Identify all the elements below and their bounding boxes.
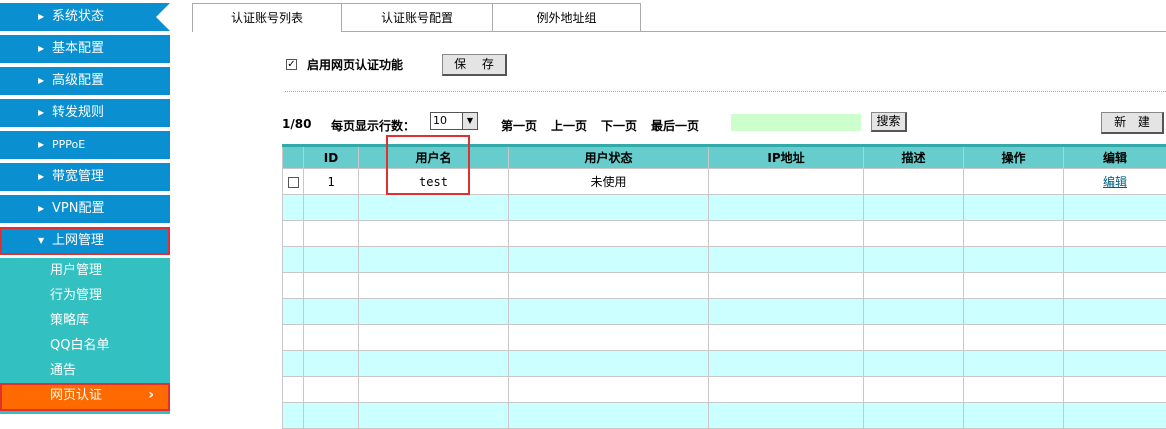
tab-account-list[interactable]: 认证账号列表 <box>192 3 342 32</box>
rows-per-page-value: 10 <box>433 114 447 127</box>
submenu-item-user-management[interactable]: 用户管理 <box>0 258 170 283</box>
table-row-empty <box>283 325 1166 351</box>
header-id: ID <box>304 146 359 169</box>
header-ip: IP地址 <box>709 146 864 169</box>
sidebar-item-basic-config[interactable]: ▶ 基本配置 <box>0 35 170 63</box>
sidebar-item-label: 转发规则 <box>52 105 104 120</box>
triangle-right-icon: ▶ <box>38 3 44 31</box>
table-row-empty <box>283 403 1166 429</box>
submenu-item-behavior-management[interactable]: 行为管理 <box>0 283 170 308</box>
triangle-right-icon: ▶ <box>38 131 44 159</box>
sidebar-item-label: 上网管理 <box>52 233 104 248</box>
sidebar-item-label: PPPoE <box>52 138 85 151</box>
enable-web-auth-label: 启用网页认证功能 <box>307 56 403 73</box>
triangle-right-icon: ▶ <box>38 99 44 127</box>
table-row: 1 test 未使用 编辑 <box>283 169 1166 195</box>
sidebar-item-vpn[interactable]: ▶ VPN配置 <box>0 195 170 223</box>
cell-id: 1 <box>304 169 359 195</box>
submenu-item-web-auth[interactable]: 网页认证 › <box>0 383 170 411</box>
header-operation: 操作 <box>964 146 1064 169</box>
dropdown-arrow-icon: ▼ <box>462 113 477 129</box>
table-row-empty <box>283 351 1166 377</box>
cell-username: test <box>359 169 509 195</box>
rows-per-page-select[interactable]: 10 ▼ <box>430 112 478 130</box>
triangle-right-icon: ▶ <box>38 195 44 223</box>
submenu-item-policy-library[interactable]: 策略库 <box>0 308 170 333</box>
triangle-down-icon: ▼ <box>38 229 44 253</box>
cell-description <box>864 169 964 195</box>
page-indicator: 1/80 <box>282 117 311 131</box>
first-page-link[interactable]: 第一页 <box>501 117 537 134</box>
new-button[interactable]: 新 建 <box>1101 112 1164 134</box>
table-row-empty <box>283 195 1166 221</box>
table-row-empty <box>283 221 1166 247</box>
table-row-empty <box>283 273 1166 299</box>
sidebar-item-label: 高级配置 <box>52 73 104 88</box>
header-select <box>283 146 304 169</box>
header-username: 用户名 <box>359 146 509 169</box>
cell-operation <box>964 169 1064 195</box>
sidebar-submenu: 用户管理 行为管理 策略库 QQ白名单 通告 网页认证 › <box>0 258 170 414</box>
pagination-bar: 1/80 每页显示行数： 10 ▼ 第一页 上一页 下一页 最后一页 搜索 新 … <box>282 112 1166 136</box>
sidebar-item-label: VPN配置 <box>52 201 104 216</box>
sidebar-item-advanced-config[interactable]: ▶ 高级配置 <box>0 67 170 95</box>
sidebar-item-label: 系统状态 <box>52 9 104 24</box>
enable-web-auth-checkbox[interactable]: ✓ <box>286 59 297 70</box>
sidebar-item-system-status[interactable]: ▶ 系统状态 <box>0 3 170 31</box>
rows-per-page-label: 每页显示行数： <box>331 117 415 134</box>
sidebar-item-label: 带宽管理 <box>52 169 104 184</box>
sidebar-item-internet-management[interactable]: ▼ 上网管理 <box>0 227 170 255</box>
edit-link[interactable]: 编辑 <box>1103 175 1127 189</box>
tab-account-config[interactable]: 认证账号配置 <box>341 3 493 31</box>
sidebar-item-label: 基本配置 <box>52 41 104 56</box>
account-table: ID 用户名 用户状态 IP地址 描述 操作 编辑 1 test 未使用 编辑 <box>282 144 1166 429</box>
search-button[interactable]: 搜索 <box>871 112 907 132</box>
sidebar-item-bandwidth[interactable]: ▶ 带宽管理 <box>0 163 170 191</box>
sidebar: ▶ 系统状态 ▶ 基本配置 ▶ 高级配置 ▶ 转发规则 ▶ PPPoE ▶ 带宽… <box>0 0 172 414</box>
submenu-item-qq-whitelist[interactable]: QQ白名单 <box>0 333 170 358</box>
cell-status: 未使用 <box>509 169 709 195</box>
search-input[interactable] <box>731 114 861 131</box>
chevron-right-icon: › <box>148 385 154 406</box>
table-row-empty <box>283 247 1166 273</box>
selected-tab-gap <box>193 31 341 32</box>
submenu-item-label: 网页认证 <box>50 388 102 403</box>
tab-exception-groups[interactable]: 例外地址组 <box>492 3 641 31</box>
prev-page-link[interactable]: 上一页 <box>551 117 587 134</box>
cell-edit: 编辑 <box>1064 169 1166 195</box>
triangle-right-icon: ▶ <box>38 67 44 95</box>
sidebar-item-pppoe[interactable]: ▶ PPPoE <box>0 131 170 159</box>
table-row-empty <box>283 299 1166 325</box>
header-edit: 编辑 <box>1064 146 1166 169</box>
next-page-link[interactable]: 下一页 <box>601 117 637 134</box>
corner-notch <box>156 3 170 31</box>
submenu-item-notice[interactable]: 通告 <box>0 358 170 383</box>
last-page-link[interactable]: 最后一页 <box>651 117 699 134</box>
sidebar-item-forwarding-rules[interactable]: ▶ 转发规则 <box>0 99 170 127</box>
cell-ip <box>709 169 864 195</box>
table-row-empty <box>283 377 1166 403</box>
row-checkbox[interactable] <box>288 177 299 188</box>
header-description: 描述 <box>864 146 964 169</box>
triangle-right-icon: ▶ <box>38 163 44 191</box>
header-status: 用户状态 <box>509 146 709 169</box>
dotted-divider <box>285 91 1166 92</box>
save-button[interactable]: 保 存 <box>442 54 507 76</box>
triangle-right-icon: ▶ <box>38 35 44 63</box>
table-header-row: ID 用户名 用户状态 IP地址 描述 操作 编辑 <box>283 146 1166 169</box>
row-select-cell <box>283 169 304 195</box>
